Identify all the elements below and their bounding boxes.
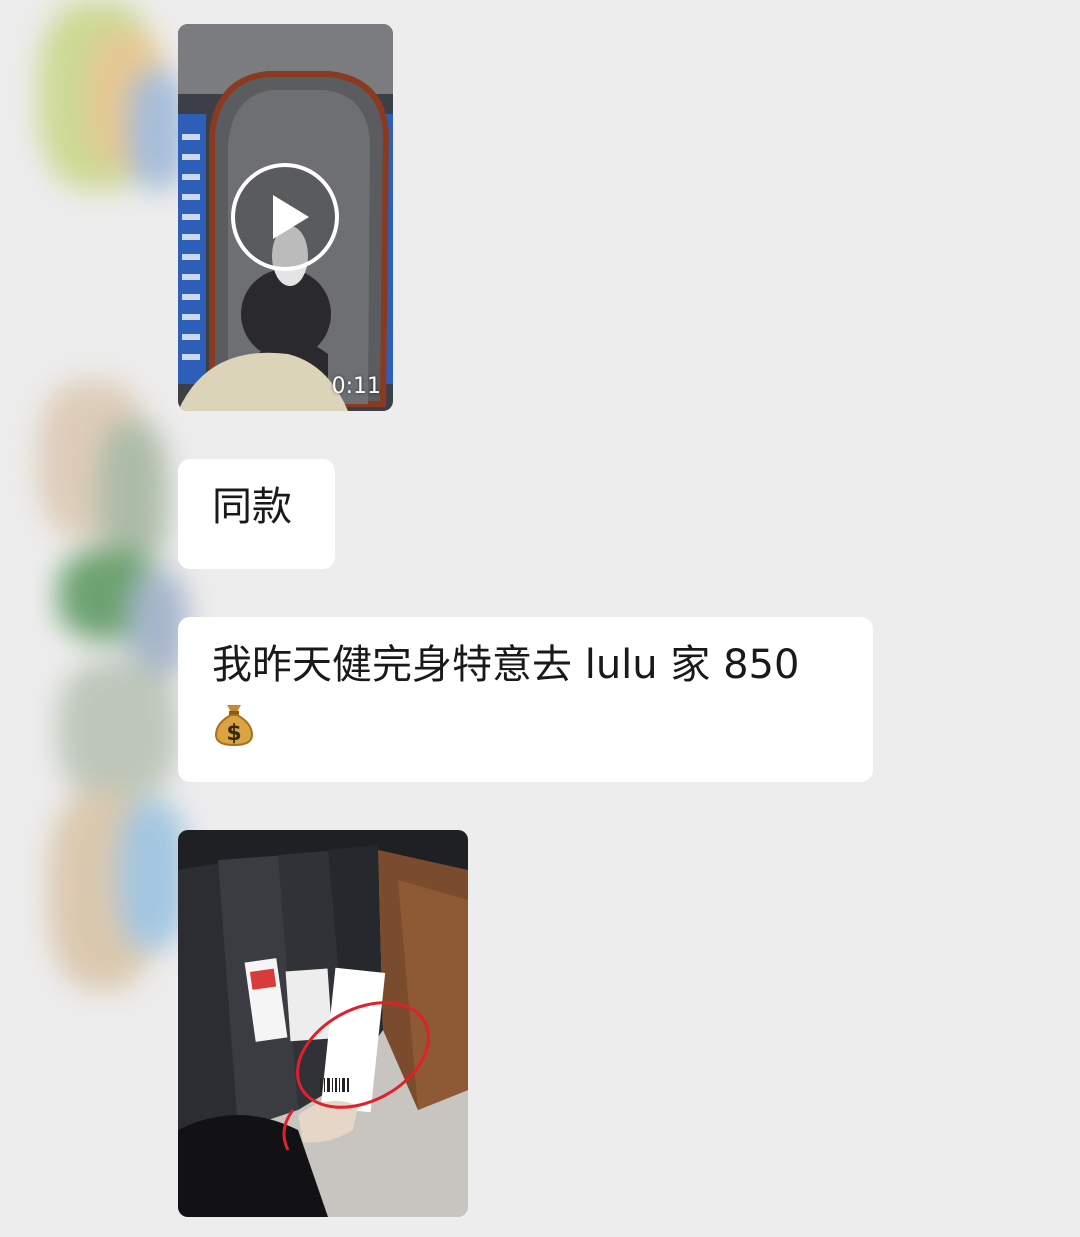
message-bubble[interactable]: 我昨天健完身特意去 lulu 家 850 $ <box>178 617 873 782</box>
avatar[interactable] <box>18 360 188 1010</box>
play-icon[interactable] <box>230 162 340 272</box>
video-message[interactable]: 0:11 <box>178 24 393 411</box>
message-bubble[interactable]: 同款 <box>178 459 335 569</box>
video-duration: 0:11 <box>331 374 381 399</box>
photo-message[interactable] <box>178 830 468 1217</box>
svg-text:$: $ <box>226 721 241 746</box>
clothing-rack-photo <box>178 830 468 1217</box>
money-bag-emoji: $ <box>212 693 839 749</box>
message-text: 同款 <box>212 484 292 530</box>
message-text: 我昨天健完身特意去 lulu 家 850 <box>212 642 800 688</box>
avatar[interactable] <box>18 0 188 220</box>
